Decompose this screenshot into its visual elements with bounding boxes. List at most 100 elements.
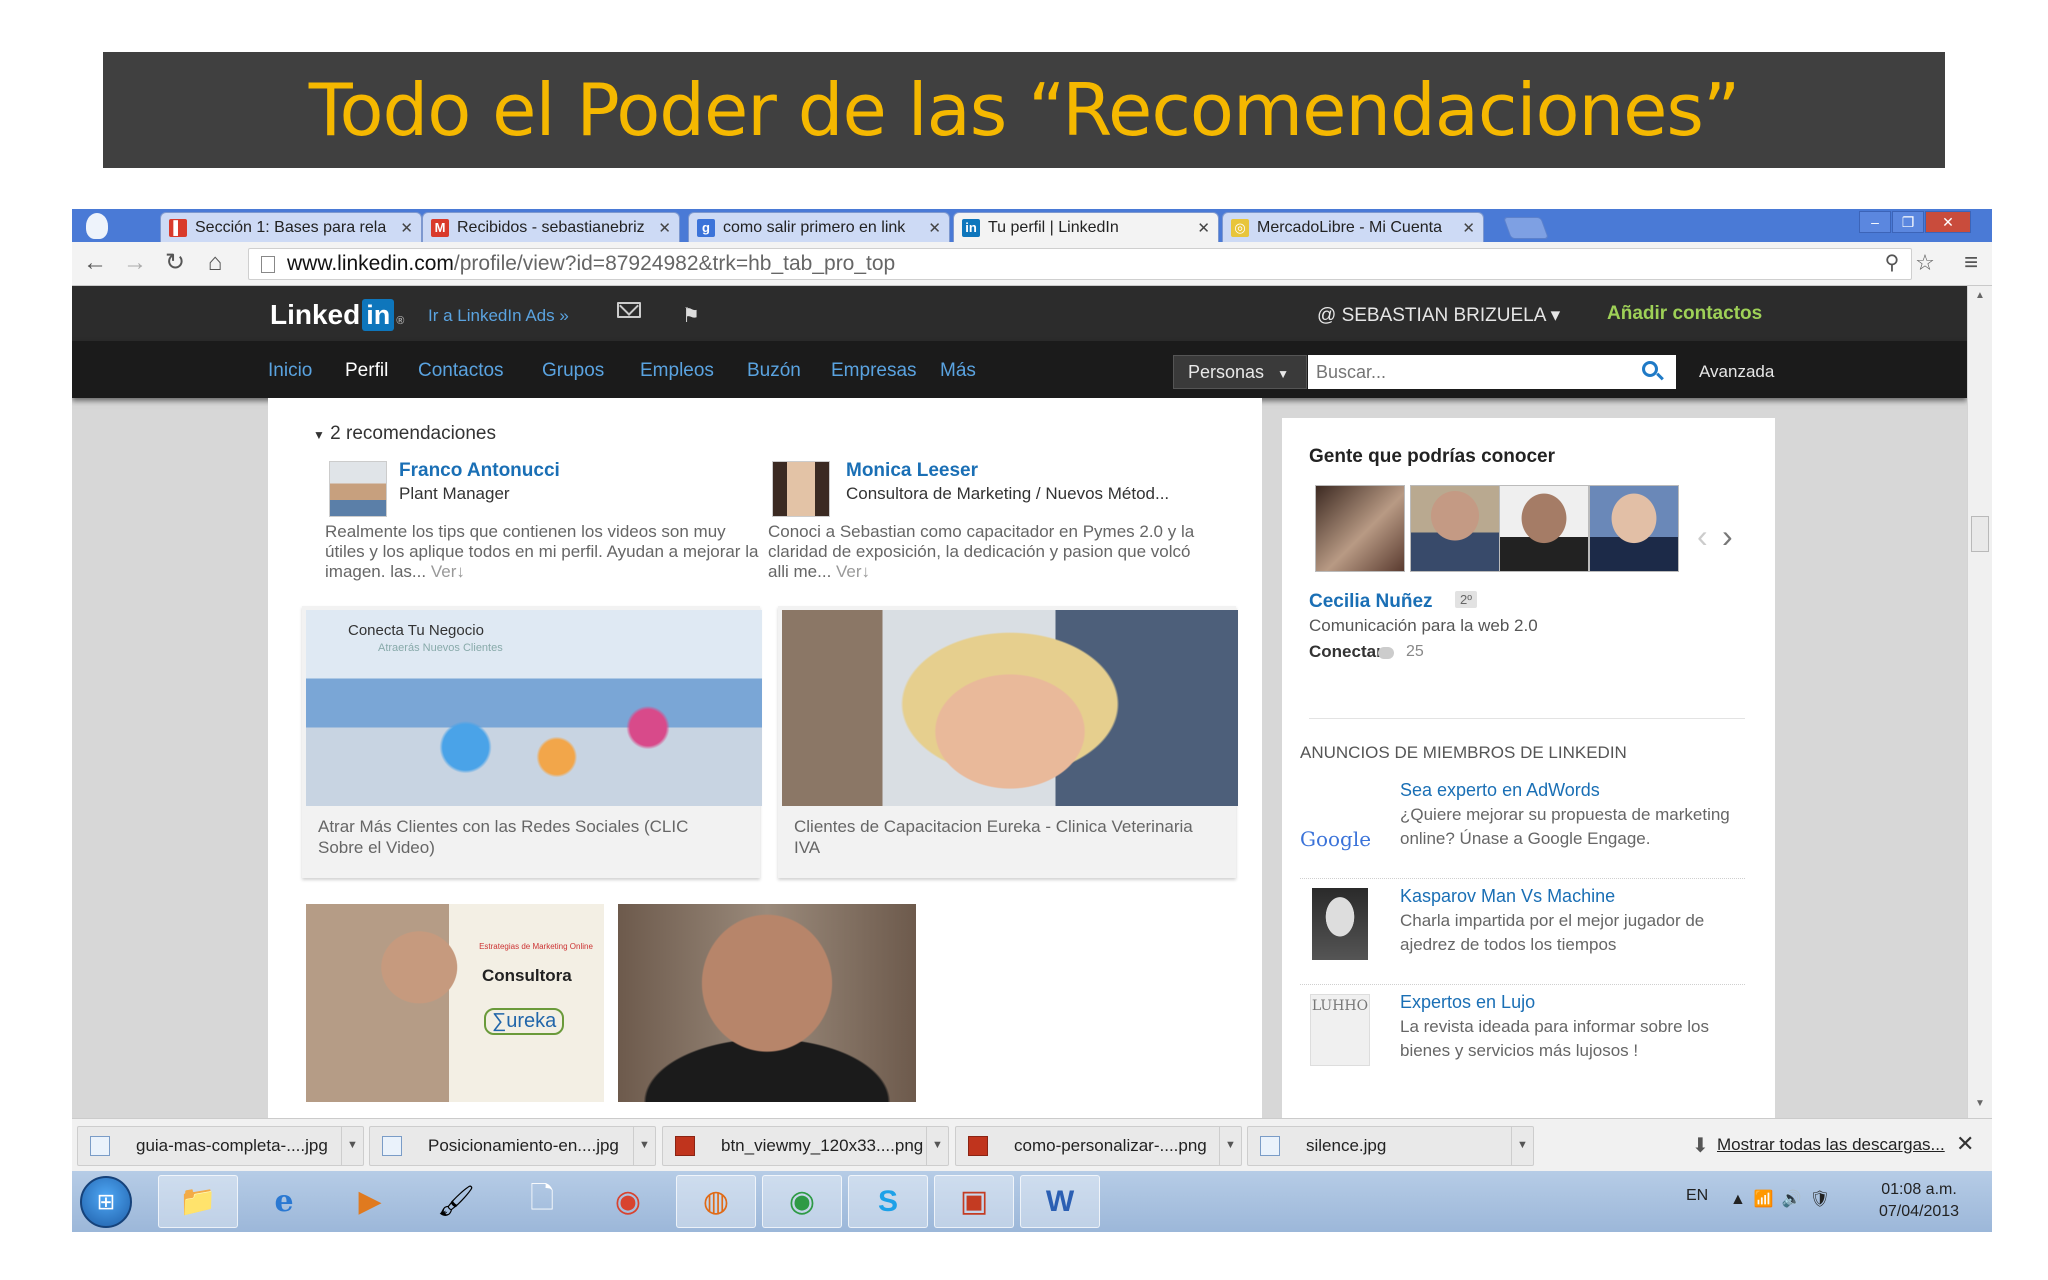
browser-tab[interactable]: ◎ MercadoLibre - Mi Cuenta ✕ xyxy=(1222,212,1484,242)
linkedin-logo[interactable]: Linked in ® xyxy=(270,299,404,331)
browser-tab[interactable]: g como salir primero en link ✕ xyxy=(688,212,950,242)
nav-item[interactable]: Perfil xyxy=(345,360,388,382)
chevron-down-icon[interactable]: ▼ xyxy=(1219,1127,1241,1165)
suggested-person-photo[interactable] xyxy=(1499,485,1589,572)
video-thumbnail[interactable]: Conecta Tu Negocio Atraerás Nuevos Clien… xyxy=(306,610,762,806)
reload-icon[interactable]: ↻ xyxy=(160,250,190,276)
google-logo[interactable]: Google xyxy=(1300,803,1370,875)
close-tab-icon[interactable]: ✕ xyxy=(1462,219,1475,237)
chrome-open-icon[interactable]: ◉ xyxy=(762,1175,842,1228)
user-menu[interactable]: @ SEBASTIAN BRIZUELA ▾ xyxy=(1317,304,1560,327)
back-icon[interactable]: ← xyxy=(80,250,110,276)
suggested-person-photo[interactable] xyxy=(1315,485,1405,572)
forward-icon[interactable]: → xyxy=(120,250,150,276)
scroll-up-icon[interactable]: ▲ xyxy=(1975,290,1985,301)
media-caption[interactable]: Clientes de Capacitacion Eureka - Clinic… xyxy=(794,816,1214,858)
recommender-name[interactable]: Monica Leeser xyxy=(846,460,978,482)
close-tab-icon[interactable]: ✕ xyxy=(400,219,413,237)
browser-tab[interactable]: in Tu perfil | LinkedIn ✕ xyxy=(953,212,1219,242)
avatar-monica[interactable] xyxy=(772,461,830,517)
download-item[interactable]: como-personalizar-....png ▼ xyxy=(955,1126,1242,1166)
system-tray[interactable]: ▲📶🔊🛡 xyxy=(1730,1189,1838,1209)
connect-link[interactable]: Conectar xyxy=(1309,642,1383,662)
word-icon[interactable]: W xyxy=(1020,1175,1100,1228)
download-item[interactable]: Posicionamiento-en....jpg ▼ xyxy=(369,1126,656,1166)
firefox-icon[interactable]: ◍ xyxy=(676,1175,756,1228)
skype-icon[interactable]: S xyxy=(848,1175,928,1228)
nav-item[interactable]: Inicio xyxy=(268,360,312,382)
video-thumbnail[interactable] xyxy=(782,610,1238,806)
suggested-person-photo[interactable] xyxy=(1589,485,1679,572)
scroll-thumb[interactable] xyxy=(1971,516,1989,552)
start-button[interactable]: ⊞ xyxy=(80,1176,132,1228)
ad-title[interactable]: Expertos en Lujo xyxy=(1400,992,1535,1013)
download-item[interactable]: silence.jpg ▼ xyxy=(1247,1126,1534,1166)
media-player-icon[interactable]: ▶ xyxy=(330,1175,410,1228)
recommendations-header[interactable]: ▼ 2 recomendaciones xyxy=(313,423,496,445)
luhho-logo[interactable]: LUHHO xyxy=(1310,994,1370,1066)
media-card[interactable]: Estrategias de Marketing Online Consulto… xyxy=(302,900,604,1110)
video-thumbnail[interactable]: Estrategias de Marketing Online Consulto… xyxy=(306,904,604,1102)
mail-icon[interactable] xyxy=(617,302,641,318)
home-icon[interactable]: ⌂ xyxy=(200,250,230,276)
linkedin-ads-link[interactable]: Ir a LinkedIn Ads » xyxy=(428,306,569,326)
new-tab-button[interactable] xyxy=(1502,217,1550,239)
chrome-icon[interactable]: ◉ xyxy=(588,1175,668,1228)
scroll-down-icon[interactable]: ▼ xyxy=(1975,1098,1985,1109)
see-more-link[interactable]: Ver↓ xyxy=(431,562,465,581)
chevron-left-icon[interactable]: ‹ xyxy=(1697,518,1708,555)
page-scrollbar[interactable]: ▲ ▼ xyxy=(1967,286,1992,1118)
chevron-down-icon[interactable]: ▼ xyxy=(926,1127,948,1165)
ad-title[interactable]: Sea experto en AdWords xyxy=(1400,780,1600,801)
media-card[interactable]: Clientes de Capacitacion Eureka - Clinic… xyxy=(778,606,1238,878)
close-tab-icon[interactable]: ✕ xyxy=(928,219,941,237)
browser-tab[interactable]: ▌ Sección 1: Bases para rela ✕ xyxy=(160,212,422,242)
download-item[interactable]: guia-mas-completa-....jpg ▼ xyxy=(77,1126,364,1166)
see-more-link[interactable]: Ver↓ xyxy=(836,562,870,581)
chevron-right-icon[interactable]: › xyxy=(1722,518,1733,555)
clock[interactable]: 01:08 a.m. 07/04/2013 xyxy=(1864,1179,1974,1223)
browser-tab[interactable]: M Recibidos - sebastianebriz ✕ xyxy=(422,212,680,242)
reader-icon[interactable]: ▣ xyxy=(934,1175,1014,1228)
menu-icon[interactable]: ≡ xyxy=(1956,250,1986,276)
search-scope-select[interactable]: Personas ▼ xyxy=(1173,355,1307,389)
suggested-person-photo[interactable] xyxy=(1410,485,1500,572)
advanced-search-link[interactable]: Avanzada xyxy=(1699,362,1774,382)
suggested-person-name[interactable]: Cecilia Nuñez xyxy=(1309,591,1433,613)
nav-item[interactable]: Más xyxy=(940,360,976,382)
media-card[interactable] xyxy=(614,900,916,1110)
restore-button[interactable]: ❐ xyxy=(1892,211,1924,233)
video-thumbnail[interactable] xyxy=(618,904,916,1102)
close-tab-icon[interactable]: ✕ xyxy=(1197,219,1210,237)
paint-icon[interactable]: 🖌 xyxy=(416,1175,496,1228)
address-bar[interactable]: www.linkedin.com/profile/view?id=8792498… xyxy=(248,248,1912,280)
zoom-icon[interactable]: ⚲ xyxy=(1877,250,1907,276)
chevron-down-icon[interactable]: ▼ xyxy=(633,1127,655,1165)
explorer-icon[interactable]: 📁 xyxy=(158,1175,238,1228)
close-icon[interactable]: ✕ xyxy=(1956,1131,1974,1157)
download-item[interactable]: btn_viewmy_120x33....png ▼ xyxy=(662,1126,949,1166)
nav-item[interactable]: Empresas xyxy=(831,360,917,382)
search-input[interactable] xyxy=(1308,355,1676,389)
nav-item[interactable]: Empleos xyxy=(640,360,714,382)
bookmark-star-icon[interactable]: ☆ xyxy=(1910,250,1940,276)
show-all-downloads-link[interactable]: Mostrar todas las descargas... xyxy=(1717,1135,1945,1155)
add-contacts-link[interactable]: Añadir contactos xyxy=(1607,303,1762,325)
flag-icon[interactable]: ⚑ xyxy=(682,303,700,328)
search-icon[interactable] xyxy=(1642,361,1658,377)
media-caption[interactable]: Atrar Más Clientes con las Redes Sociale… xyxy=(318,816,738,858)
ad-title[interactable]: Kasparov Man Vs Machine xyxy=(1400,886,1615,907)
media-card[interactable]: Conecta Tu Negocio Atraerás Nuevos Clien… xyxy=(302,606,762,878)
close-tab-icon[interactable]: ✕ xyxy=(658,219,671,237)
minimize-button[interactable]: – xyxy=(1859,211,1891,233)
nav-item[interactable]: Contactos xyxy=(418,360,504,382)
kasparov-photo[interactable] xyxy=(1312,888,1368,960)
recommender-name[interactable]: Franco Antonucci xyxy=(399,460,560,482)
chevron-down-icon[interactable]: ▼ xyxy=(1511,1127,1533,1165)
internet-explorer-icon[interactable]: e xyxy=(244,1175,324,1228)
avatar-franco[interactable] xyxy=(329,461,387,517)
nav-item[interactable]: Grupos xyxy=(542,360,604,382)
chevron-down-icon[interactable]: ▼ xyxy=(341,1127,363,1165)
close-window-button[interactable]: ✕ xyxy=(1925,211,1971,233)
language-indicator[interactable]: EN xyxy=(1686,1187,1708,1205)
